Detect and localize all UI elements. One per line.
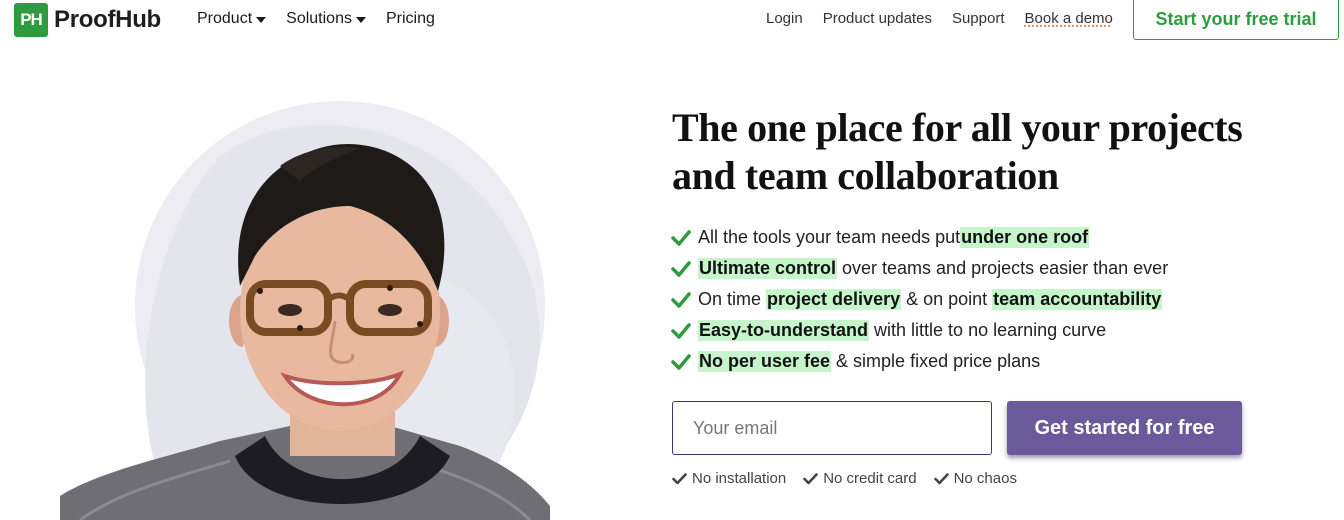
feature-text: All the tools your team needs put bbox=[698, 227, 961, 247]
nav-pricing-label: Pricing bbox=[385, 10, 435, 27]
logo-mark: PH bbox=[14, 3, 48, 37]
email-input[interactable] bbox=[672, 401, 992, 455]
feature-text: & simple fixed price plans bbox=[831, 351, 1041, 371]
check-icon bbox=[671, 291, 691, 309]
primary-nav: Product Solutions Pricing bbox=[197, 10, 455, 28]
perk-item: No credit card bbox=[803, 470, 917, 487]
login-link[interactable]: Login bbox=[766, 10, 803, 27]
get-started-button[interactable]: Get started for free bbox=[1007, 401, 1242, 455]
logo-text: ProofHub bbox=[54, 6, 161, 33]
check-icon bbox=[671, 322, 691, 340]
feature-highlight: Easy-to-understand bbox=[698, 320, 870, 341]
check-icon bbox=[933, 472, 949, 485]
feature-text: over teams and projects easier than ever bbox=[837, 258, 1169, 278]
feature-item: All the tools your team needs put under … bbox=[671, 222, 1168, 253]
feature-item: Easy-to-understand with little to no lea… bbox=[671, 315, 1168, 346]
hero-headline: The one place for all your projects and … bbox=[672, 105, 1243, 198]
proofhub-logo[interactable]: PH ProofHub bbox=[14, 3, 161, 37]
book-demo-link[interactable]: Book a demo bbox=[1025, 10, 1113, 27]
feature-text: & on point bbox=[901, 289, 993, 309]
chevron-down-icon bbox=[355, 16, 366, 23]
product-updates-link[interactable]: Product updates bbox=[823, 10, 932, 27]
check-icon bbox=[672, 472, 687, 485]
feature-item: Ultimate control over teams and projects… bbox=[671, 253, 1168, 284]
perk-label: No installation bbox=[692, 470, 787, 487]
feature-item: No per user fee & simple fixed price pla… bbox=[671, 346, 1168, 377]
feature-highlight: under one roof bbox=[960, 227, 1090, 248]
perk-label: No chaos bbox=[953, 470, 1017, 487]
perks-list: No installation No credit card No chaos bbox=[672, 470, 1034, 487]
secondary-nav: Login Product updates Support Book a dem… bbox=[766, 10, 1133, 27]
support-link[interactable]: Support bbox=[952, 10, 1005, 27]
feature-list: All the tools your team needs put under … bbox=[671, 222, 1168, 377]
nav-product-label: Product bbox=[197, 10, 253, 27]
nav-solutions[interactable]: Solutions bbox=[286, 10, 366, 28]
feature-highlight: No per user fee bbox=[698, 351, 832, 372]
nav-pricing[interactable]: Pricing bbox=[386, 10, 435, 28]
feature-highlight: Ultimate control bbox=[698, 258, 838, 279]
perk-item: No installation bbox=[672, 470, 786, 487]
check-icon bbox=[803, 472, 819, 485]
feature-text: On time bbox=[698, 289, 767, 309]
check-icon bbox=[671, 353, 691, 371]
feature-item: On time project delivery & on point team… bbox=[671, 284, 1168, 315]
check-icon bbox=[671, 260, 691, 278]
hero-portrait-image bbox=[60, 96, 580, 520]
perk-item: No chaos bbox=[933, 470, 1017, 487]
nav-solutions-label: Solutions bbox=[286, 10, 352, 27]
feature-highlight: project delivery bbox=[766, 289, 902, 310]
chevron-down-icon bbox=[256, 16, 267, 23]
feature-text: with little to no learning curve bbox=[869, 320, 1107, 340]
start-free-trial-button[interactable]: Start your free trial bbox=[1133, 0, 1339, 40]
perk-label: No credit card bbox=[823, 470, 917, 487]
feature-highlight: team accountability bbox=[992, 289, 1163, 310]
check-icon bbox=[671, 229, 691, 247]
nav-product[interactable]: Product bbox=[197, 10, 267, 28]
